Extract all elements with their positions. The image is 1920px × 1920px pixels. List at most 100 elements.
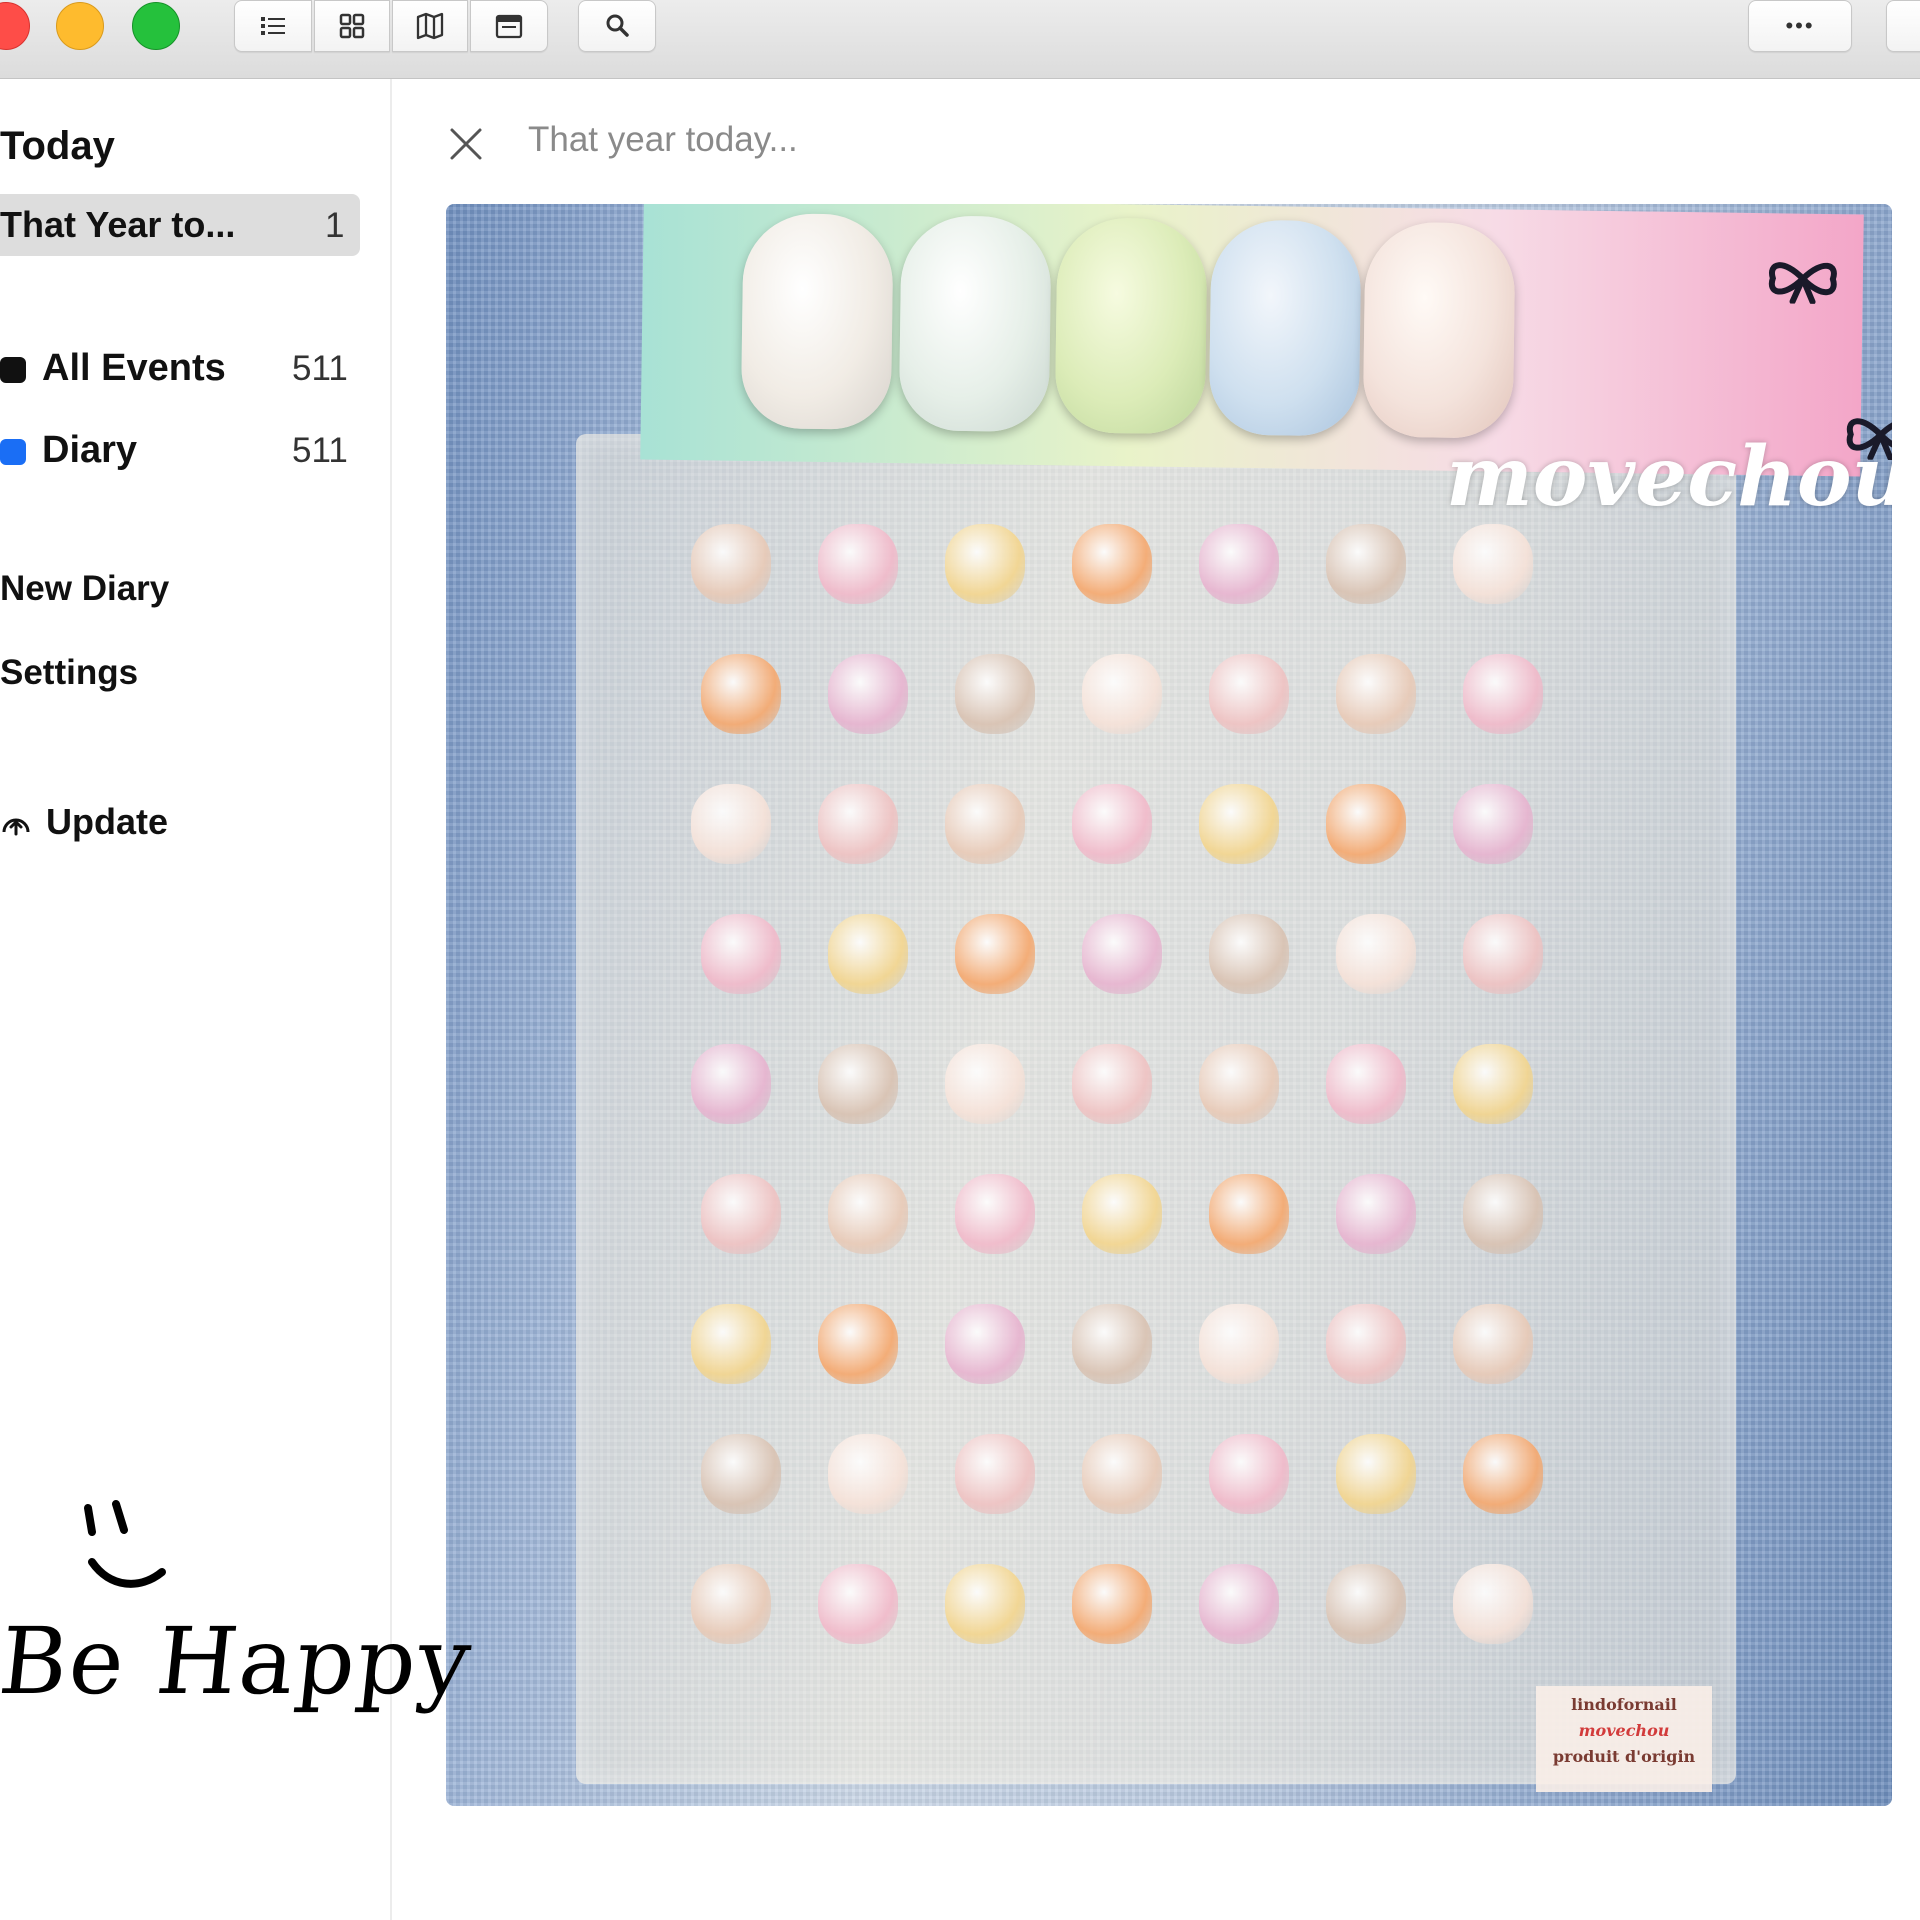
sticker [818, 784, 898, 864]
sticker [701, 914, 781, 994]
sticker [1453, 1564, 1533, 1644]
sticker [955, 1434, 1035, 1514]
sticker [1336, 914, 1416, 994]
map-icon [416, 12, 444, 40]
new-diary-button[interactable]: New Diary [0, 569, 169, 609]
sticker [945, 524, 1025, 604]
sticker [828, 654, 908, 734]
update-label: Update [46, 801, 169, 842]
sticker [1082, 654, 1162, 734]
sticker [1326, 1044, 1406, 1124]
sticker [1326, 784, 1406, 864]
close-icon[interactable] [446, 124, 486, 164]
calendar-color-dot [0, 439, 26, 465]
sticker [1082, 1174, 1162, 1254]
sticker [1072, 524, 1152, 604]
brand-tag: lindofornail movechou produit d'origin [1536, 1686, 1712, 1792]
sticker [1336, 1434, 1416, 1514]
search-placeholder[interactable]: That year today... [528, 120, 798, 160]
sticker [1463, 1434, 1543, 1514]
calendar-icon [495, 14, 523, 39]
sticker [701, 1174, 781, 1254]
sticker [1326, 1304, 1406, 1384]
sticker [1209, 654, 1289, 734]
sticker [1199, 784, 1279, 864]
press-on-nail [1362, 221, 1516, 439]
sticker [1082, 914, 1162, 994]
sticker [691, 524, 771, 604]
sticker [1199, 524, 1279, 604]
sidebar-item-label: All Events [42, 347, 226, 389]
sticker [1199, 1304, 1279, 1384]
sticker [828, 914, 908, 994]
press-on-nail [1054, 217, 1208, 435]
sticker [1082, 1434, 1162, 1514]
sticker [1072, 1304, 1152, 1384]
sticker [1209, 1174, 1289, 1254]
sticker [1453, 784, 1533, 864]
brand-tag-line: produit d'origin [1552, 1747, 1696, 1766]
sidebar-item-count: 1 [325, 206, 345, 245]
sticker [691, 1044, 771, 1124]
grid-view-button[interactable] [314, 0, 390, 52]
sticker [818, 1564, 898, 1644]
sticker [945, 784, 1025, 864]
search-icon [606, 14, 629, 37]
sticker [1072, 1044, 1152, 1124]
cloud-update-icon [2, 818, 30, 836]
sticker [818, 524, 898, 604]
sticker [1336, 1174, 1416, 1254]
minimize-window-button[interactable] [56, 2, 104, 50]
sticker [1453, 1044, 1533, 1124]
sticker [691, 1304, 771, 1384]
sticker [1453, 524, 1533, 604]
press-on-nail [740, 212, 894, 430]
sticker [1199, 1044, 1279, 1124]
calendar-view-button[interactable] [470, 0, 548, 52]
diary-photo[interactable]: movechou lindofornail movechou produit d… [446, 204, 1892, 1806]
map-view-button[interactable] [392, 0, 468, 52]
sticker [828, 1434, 908, 1514]
brand-tag-line: movechou [1578, 1721, 1670, 1740]
sticker [1453, 1304, 1533, 1384]
sidebar-item-that-year-today[interactable]: That Year to... 1 [0, 194, 360, 256]
press-on-nail [898, 215, 1052, 433]
sidebar-item-count: 511 [292, 431, 348, 470]
sticker [945, 1044, 1025, 1124]
sticker [1209, 914, 1289, 994]
search-button[interactable] [578, 0, 656, 52]
sticker [828, 1174, 908, 1254]
brand-watermark: movechou [1446, 429, 1892, 525]
bow-icon [1768, 262, 1837, 305]
sticker [1326, 1564, 1406, 1644]
list-icon [261, 17, 285, 35]
sticker [701, 1434, 781, 1514]
sticker [1072, 784, 1152, 864]
sticker [1463, 654, 1543, 734]
sticker [955, 654, 1035, 734]
today-heading[interactable]: Today [0, 124, 115, 169]
sticker [1209, 1434, 1289, 1514]
sticker [1199, 1564, 1279, 1644]
sticker [1072, 1564, 1152, 1644]
sidebar-item-label: Diary [42, 429, 138, 471]
brand-tag-line: lindofornail [1571, 1695, 1677, 1714]
sticker [1336, 654, 1416, 734]
sticker [1326, 524, 1406, 604]
sticker [955, 914, 1035, 994]
settings-button[interactable]: Settings [0, 653, 138, 693]
more-options-button[interactable]: ••• [1748, 0, 1852, 52]
more-icon: ••• [1785, 13, 1815, 38]
sidebar-toggle-button[interactable] [1886, 0, 1920, 52]
close-window-button[interactable] [0, 2, 30, 50]
zoom-window-button[interactable] [132, 2, 180, 50]
sticker [701, 654, 781, 734]
window-titlebar: ••• [0, 0, 1920, 79]
list-view-button[interactable] [234, 0, 312, 52]
sidebar-item-count: 511 [292, 349, 348, 388]
sticker [945, 1564, 1025, 1644]
sticker [1463, 1174, 1543, 1254]
handwritten-note: Be Happy [0, 1608, 478, 1715]
calendar-color-dot [0, 357, 26, 383]
sticker [818, 1044, 898, 1124]
